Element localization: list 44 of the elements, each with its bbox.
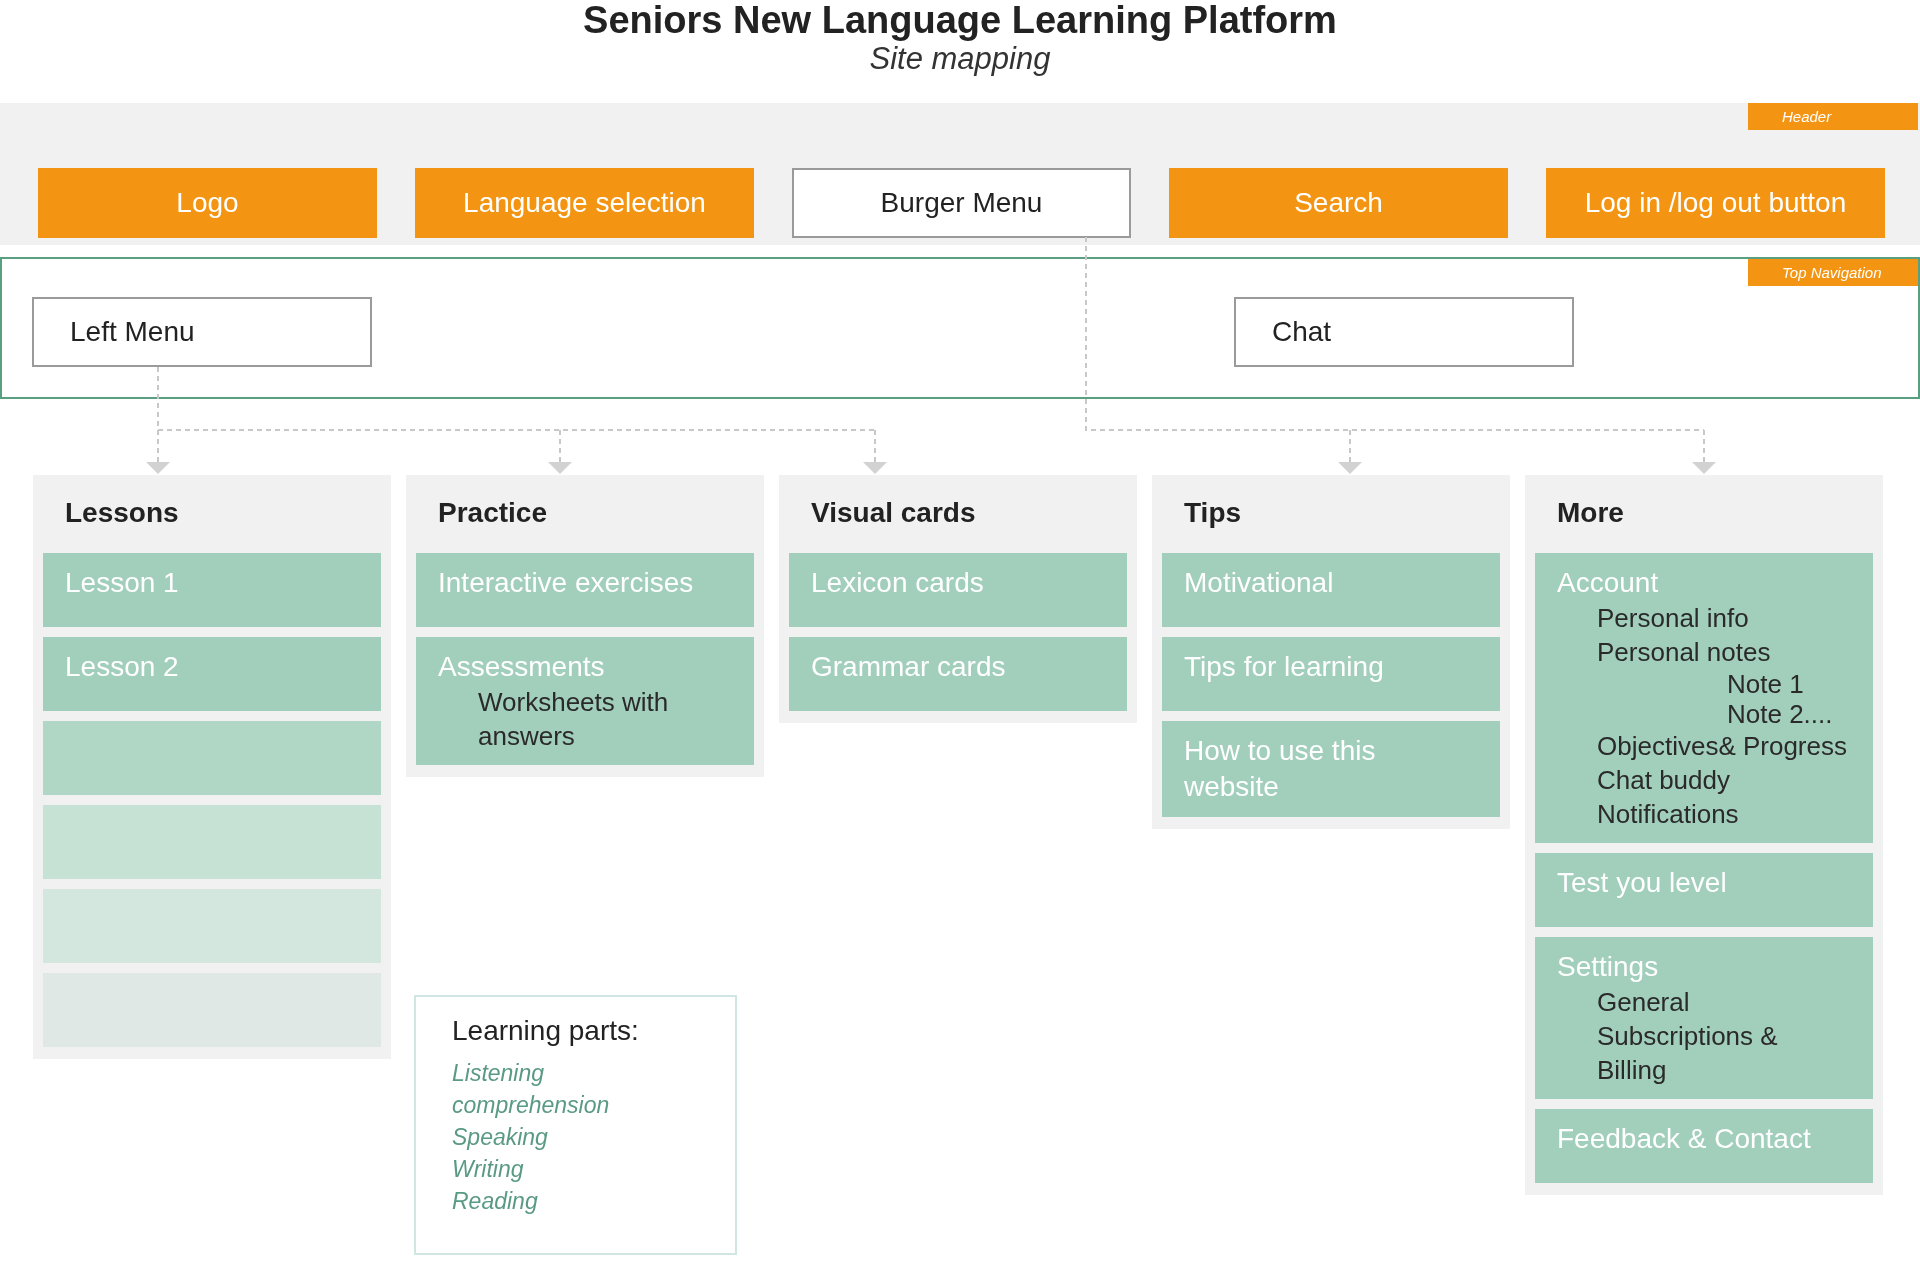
legend-item: Listening comprehension bbox=[452, 1059, 611, 1120]
section-title: Visual cards bbox=[810, 496, 977, 530]
header-tag: Header bbox=[1748, 103, 1918, 130]
page-label: Settings bbox=[1557, 950, 1660, 984]
legend-title: Learning parts: bbox=[452, 1015, 640, 1047]
header-element-box: Burger Menu bbox=[792, 168, 1131, 238]
subpage-label: General bbox=[1597, 986, 1691, 1019]
subpage-label: Personal info bbox=[1597, 602, 1750, 635]
subpage-label: Objectives& Progress bbox=[1597, 730, 1848, 763]
navigation-element-box: Chat bbox=[1234, 297, 1574, 367]
page-label: Lesson 2 bbox=[65, 650, 180, 684]
page-label: How to use this website bbox=[1184, 734, 1377, 804]
header-element-box: Logo bbox=[38, 168, 377, 238]
page-label: Lesson 1 bbox=[65, 566, 180, 600]
subpage-label: Personal notes bbox=[1597, 636, 1772, 669]
legend-item: Speaking bbox=[452, 1123, 549, 1152]
legend-item: Writing bbox=[452, 1155, 525, 1184]
page-label: Motivational bbox=[1184, 566, 1335, 600]
page-label: Assessments bbox=[438, 650, 606, 684]
section-title: Practice bbox=[437, 496, 548, 530]
diagram-title: Seniors New Language Learning Platform bbox=[582, 0, 1338, 40]
subpage-label: Note 1 bbox=[1726, 669, 1805, 699]
section-title: Tips bbox=[1183, 496, 1243, 530]
section-title: Lessons bbox=[64, 496, 180, 530]
page-label: Feedback & Contact bbox=[1557, 1122, 1812, 1156]
subpage-label: Subscriptions & Billing bbox=[1597, 1020, 1779, 1087]
navigation-element-box: Left Menu bbox=[32, 297, 372, 367]
page-label: Tips for learning bbox=[1184, 650, 1385, 684]
header-element-box: Search bbox=[1169, 168, 1508, 238]
page-label: Test you level bbox=[1557, 866, 1728, 900]
page-label: Lexicon cards bbox=[811, 566, 985, 600]
header-element-box: Log in /log out button bbox=[1546, 168, 1885, 238]
page-label: Grammar cards bbox=[811, 650, 1007, 684]
subpage-label: Note 2.... bbox=[1726, 699, 1834, 729]
page-label: Interactive exercises bbox=[438, 566, 695, 600]
diagram-subtitle: Site mapping bbox=[868, 41, 1052, 78]
legend-item: Reading bbox=[452, 1187, 539, 1216]
page-label: Account bbox=[1557, 566, 1660, 600]
header-element-box: Language selection bbox=[415, 168, 754, 238]
top-navigation-tag: Top Navigation bbox=[1748, 259, 1918, 286]
subpage-label: Chat buddy bbox=[1597, 764, 1731, 797]
subpage-label: Worksheets with answers bbox=[478, 686, 670, 753]
subpage-label: Notifications bbox=[1597, 798, 1740, 831]
section-title: More bbox=[1556, 496, 1625, 530]
